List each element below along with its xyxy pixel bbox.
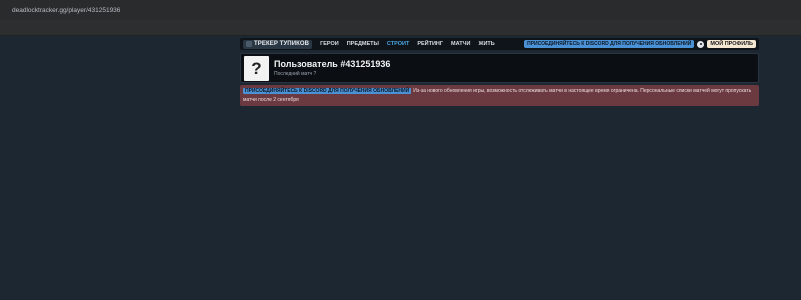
gear-icon[interactable] [697,40,705,48]
browser-address-bar[interactable]: deadlocktracker.gg/player/431251936 [0,0,801,20]
my-profile-button[interactable]: МОЙ ПРОФИЛЬ [707,40,756,48]
avatar-placeholder-glyph: ? [251,58,262,78]
discord-join-button[interactable]: ПРИСОЕДИНЯЙТЕСЬ К DISCORD ДЛЯ ПОЛУЧЕНИЯ … [524,40,695,48]
player-info: Пользователь #431251936 Последний матч ? [274,59,390,77]
site-logo[interactable]: ТРЕКЕР ТУПИКОВ [243,39,313,49]
browser-toolbar-strip [0,20,801,36]
nav-link-heroes[interactable]: ГЕРОИ [320,41,339,47]
last-match-text: Последний матч ? [274,71,317,77]
player-name: Пользователь #431251936 [274,59,391,69]
avatar: ? [244,55,269,81]
logo-icon [246,41,252,47]
nav-link-builds[interactable]: СТРОИТ [387,41,409,47]
nav-link-matches[interactable]: МАТЧИ [451,41,470,47]
site-navigation: ТРЕКЕР ТУПИКОВ ГЕРОИ ПРЕДМЕТЫ СТРОИТ РЕЙ… [240,38,759,50]
nav-link-live[interactable]: ЖИТЬ [478,41,494,47]
url-text[interactable]: deadlocktracker.gg/player/431251936 [12,7,120,14]
logo-label: ТРЕКЕР ТУПИКОВ [254,41,310,47]
update-notice-banner: ПРИСОЕДИНЯЙТЕСЬ К DISCORD ДЛЯ ПОЛУЧЕНИЯ … [240,85,759,106]
player-header-card: ? Пользователь #431251936 Последний матч… [240,53,759,83]
nav-link-items[interactable]: ПРЕДМЕТЫ [347,41,379,47]
nav-link-leaderboard[interactable]: РЕЙТИНГ [417,41,443,47]
notice-discord-link[interactable]: ПРИСОЕДИНЯЙТЕСЬ К DISCORD ДЛЯ ПОЛУЧЕНИЯ … [243,88,412,94]
